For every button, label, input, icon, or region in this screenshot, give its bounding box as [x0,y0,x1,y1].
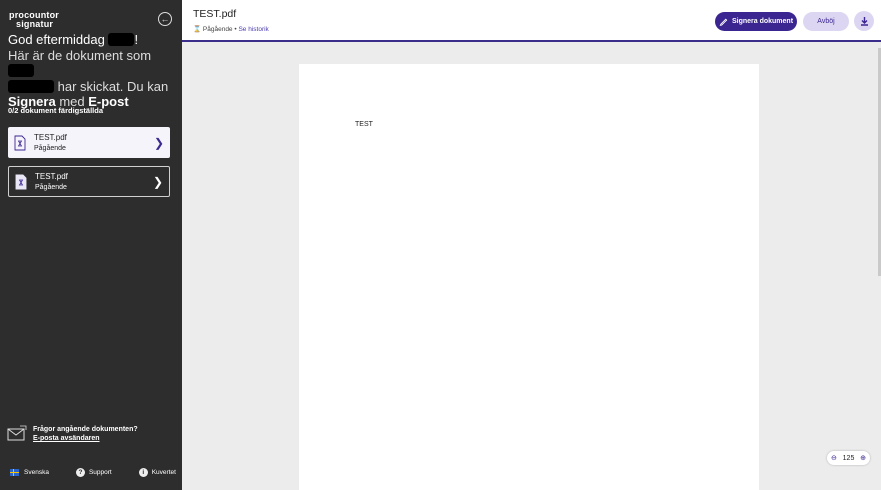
arrow-left-icon: ← [160,14,170,24]
document-header: TEST.pdf ⌛ Pågående • Se historik Signer… [182,0,881,42]
intro-part1: Här är de dokument som [8,47,152,63]
support-label: Support [88,468,112,476]
envelope-label: Kuvertet [151,468,176,476]
language-selector[interactable]: Svenska [10,468,49,476]
chevron-right-icon: ❯ [154,135,165,150]
zoom-out-icon[interactable]: ⊖ [831,454,837,462]
document-viewer[interactable]: TEST [182,42,881,490]
procountor-logo: procountor signatur [9,10,59,29]
language-label: Svenska [24,468,49,476]
main-area: TEST.pdf ⌛ Pågående • Se historik Signer… [182,0,881,490]
document-pending-icon [15,174,27,189]
hourglass-icon: ⌛ [193,26,202,33]
greeting-prefix: God eftermiddag [8,32,105,47]
help-section: Frågor angående dokumenten? E-posta avsä… [7,425,138,443]
zoom-in-icon[interactable]: ⊕ [860,454,866,462]
intro-part2: har skickat. Du kan [57,78,169,94]
chevron-right-icon: ❯ [153,174,164,189]
mail-question-icon [7,425,27,441]
help-question: Frågor angående dokumenten? [33,426,138,433]
document-card[interactable]: TEST.pdf Pågående ❯ [8,127,170,158]
document-status: Pågående [34,144,66,152]
info-icon: i [138,467,148,477]
pen-icon [719,18,728,26]
document-name: TEST.pdf [34,132,67,142]
sign-button-label: Signera dokument [731,18,794,25]
document-pending-icon [14,135,26,150]
download-icon [860,17,868,26]
pdf-text: TEST [355,121,373,128]
redacted-name [108,33,135,46]
greeting-end: ! [134,32,139,47]
question-icon: ? [75,467,85,477]
document-name: TEST.pdf [35,171,68,181]
email-sender-link[interactable]: E-posta avsändaren [33,434,138,443]
pdf-page: TEST [299,64,759,490]
document-status: Pågående [35,183,67,191]
sidebar-footer: Svenska ? Support i Kuvertet [0,462,182,482]
zoom-level: 125 [842,454,855,462]
redacted-sender-2 [8,79,54,93]
document-title: TEST.pdf [193,8,237,20]
sidebar: procountor signatur ← God eftermiddag ! … [0,0,182,490]
collapse-sidebar-button[interactable]: ← [158,12,172,26]
documents-progress: 0/2 dokument färdigställda [8,106,104,115]
zoom-control: ⊖ 125 ⊕ [827,451,870,465]
header-status: Pågående [202,26,233,33]
status-separator: • [234,26,237,33]
document-status-line: ⌛ Pågående • Se historik [193,25,269,33]
sign-document-button[interactable]: Signera dokument [715,12,797,31]
greeting-text: God eftermiddag ! Här är de dokument som… [8,32,178,110]
envelope-info-link[interactable]: i Kuvertet [138,467,176,477]
redacted-sender [8,64,34,77]
history-link[interactable]: Se historik [238,26,268,33]
document-card[interactable]: TEST.pdf Pågående ❯ [8,166,170,197]
swedish-flag-icon [10,468,19,476]
support-link[interactable]: ? Support [75,467,112,477]
download-button[interactable] [854,11,874,31]
decline-button[interactable]: Avböj [803,12,849,31]
